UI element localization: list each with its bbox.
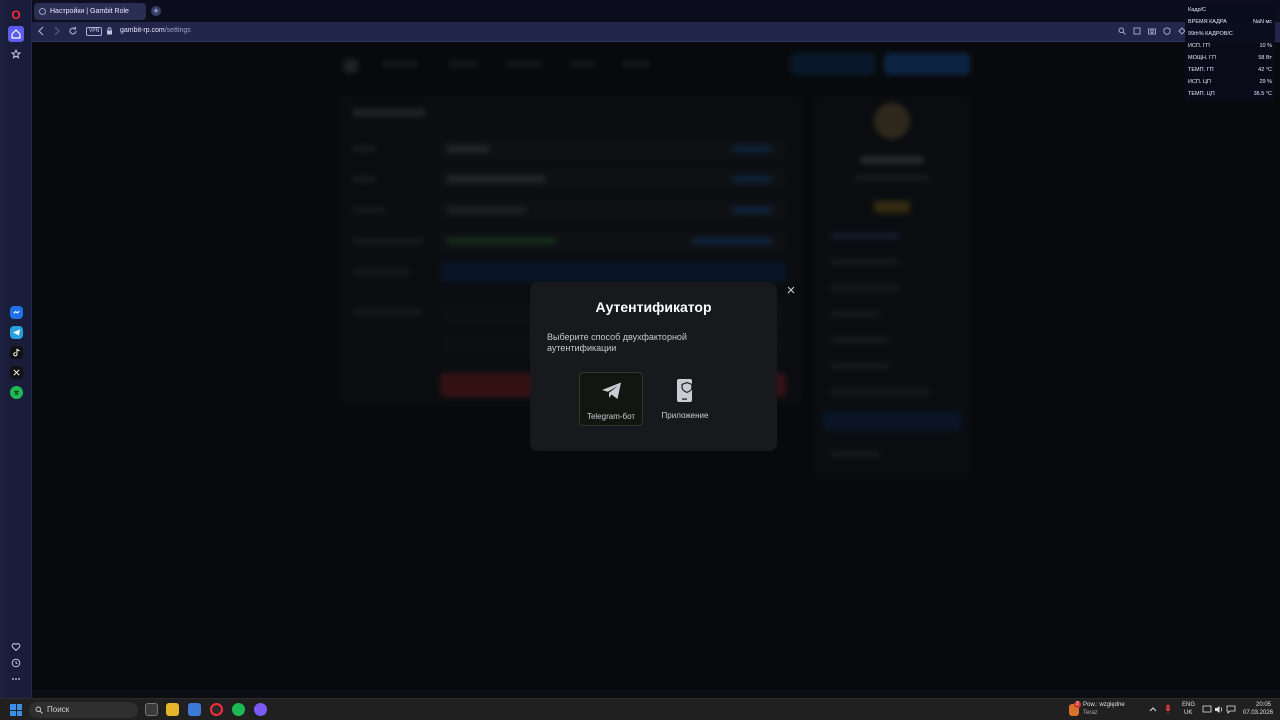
forward-icon[interactable] (53, 26, 61, 38)
perf-value: 10 % (1259, 43, 1272, 49)
windows-start-icon[interactable] (10, 704, 22, 716)
authenticator-modal: × Аутентификатор Выберите способ двухфак… (530, 282, 795, 451)
reload-icon[interactable] (68, 26, 78, 38)
home-icon[interactable] (8, 26, 24, 42)
notification-title[interactable]: Pow.: względne (1083, 702, 1125, 708)
windows-taskbar: Поиск 2 Pow.: względne Teraz ENG UK 20:0… (0, 698, 1280, 720)
perf-row: ВРЕМЯ КАДРА NaN мс (1188, 19, 1272, 25)
spotify-icon[interactable] (10, 386, 23, 399)
heart-icon[interactable] (9, 640, 23, 654)
bookmarks-star-icon[interactable] (9, 47, 23, 61)
new-tab-button[interactable]: + (151, 6, 161, 16)
perf-value: 29 % (1259, 79, 1272, 85)
back-icon[interactable] (37, 26, 45, 38)
history-clock-icon[interactable] (9, 656, 23, 670)
sidebar-edge (0, 0, 4, 698)
store-icon[interactable] (188, 703, 201, 716)
opera-logo-icon[interactable]: O (9, 8, 23, 22)
lock-icon[interactable] (106, 27, 113, 37)
x-twitter-icon[interactable] (10, 366, 23, 379)
clock-time[interactable]: 20:05 (1256, 702, 1271, 708)
modal-description: Выберите способ двухфакторной аутентифик… (547, 332, 687, 353)
clock-date[interactable]: 07.03.2026 (1243, 710, 1273, 716)
perf-value: NaN мс (1252, 19, 1272, 25)
address-bar: VPN gambit-rp.com/settings (32, 22, 1280, 42)
task-view-icon[interactable] (145, 703, 158, 716)
vpn-badge[interactable]: VPN (86, 27, 103, 36)
network-icon[interactable] (1202, 705, 1212, 716)
camera-icon[interactable] (1148, 27, 1156, 37)
notification-subtitle: Teraz (1083, 710, 1098, 716)
perf-label: МОЩН. ГП (1188, 55, 1216, 61)
browser-sidebar: O (0, 0, 32, 698)
language-bottom[interactable]: UK (1184, 710, 1192, 716)
perf-row: МОЩН. ГП 58 Вт (1188, 55, 1272, 61)
close-icon[interactable]: × (784, 283, 798, 298)
url-path: /settings (164, 27, 191, 34)
perf-row: ИСП. ГП 10 % (1188, 43, 1272, 49)
app-label: Приложение (661, 411, 709, 420)
microphone-icon[interactable] (1165, 704, 1171, 716)
perf-header: Кадр/С (1188, 7, 1272, 13)
more-dots-icon[interactable] (9, 672, 23, 686)
url-domain: gambit-rp.com (120, 27, 165, 34)
volume-icon[interactable] (1214, 705, 1224, 716)
perf-label: ВРЕМЯ КАДРА (1188, 19, 1227, 25)
shield-icon[interactable] (1163, 27, 1171, 37)
tray-chevron-icon[interactable] (1149, 705, 1157, 714)
chat-icon[interactable] (1226, 705, 1236, 716)
perf-row: 99th% КАДРОВ/С (1188, 31, 1272, 37)
perf-row: ТЕМП. ЦП 36.5 °C (1188, 91, 1272, 97)
app-option[interactable]: Приложение (653, 372, 717, 426)
url-field[interactable]: gambit-rp.com/settings (120, 27, 191, 34)
perf-label: ТЕМП. ЦП (1188, 91, 1215, 97)
perf-label: 99th% КАДРОВ/С (1188, 31, 1233, 37)
phone-shield-icon (673, 378, 697, 402)
messenger-icon[interactable] (10, 306, 23, 319)
perf-row: ТЕМП. ГП 42 °C (1188, 67, 1272, 73)
spotify-taskbar-icon[interactable] (232, 703, 245, 716)
performance-overlay: Кадр/С ВРЕМЯ КАДРА NaN мс 99th% КАДРОВ/С … (1185, 5, 1275, 101)
tab-favicon-icon (39, 8, 46, 15)
perf-label: ТЕМП. ГП (1188, 67, 1214, 73)
telegram-bot-label: Telegram-бот (586, 412, 636, 421)
edit-icon[interactable] (1133, 27, 1141, 37)
perf-value: 58 Вт (1258, 55, 1272, 61)
active-tab[interactable]: Настройки | Gambit Role (34, 3, 146, 20)
search-icon (35, 702, 43, 720)
telegram-sidebar-icon[interactable] (10, 326, 23, 339)
perf-label: ИСП. ЦП (1188, 79, 1211, 85)
perf-value: 36.5 °C (1253, 91, 1272, 97)
file-explorer-icon[interactable] (166, 703, 179, 716)
opera-taskbar-icon[interactable] (210, 703, 223, 716)
perf-title: Кадр/С (1188, 7, 1207, 13)
telegram-icon (600, 379, 624, 403)
search-icon[interactable] (1118, 27, 1126, 37)
telegram-bot-option[interactable]: Telegram-бот (579, 372, 643, 426)
tab-title: Настройки | Gambit Role (50, 8, 129, 15)
notification-badge: 2 (1074, 701, 1081, 708)
perf-value: 42 °C (1258, 67, 1272, 73)
tab-strip: Настройки | Gambit Role + (32, 0, 1280, 22)
tiktok-icon[interactable] (10, 346, 23, 359)
search-placeholder: Поиск (47, 705, 70, 714)
modal-title: Аутентификатор (595, 299, 712, 315)
perf-row: ИСП. ЦП 29 % (1188, 79, 1272, 85)
perf-label: ИСП. ГП (1188, 43, 1210, 49)
language-top[interactable]: ENG (1182, 702, 1195, 708)
taskbar-search[interactable]: Поиск (29, 702, 138, 718)
discord-icon[interactable] (254, 703, 267, 716)
page-content: × Аутентификатор Выберите способ двухфак… (32, 43, 1280, 690)
